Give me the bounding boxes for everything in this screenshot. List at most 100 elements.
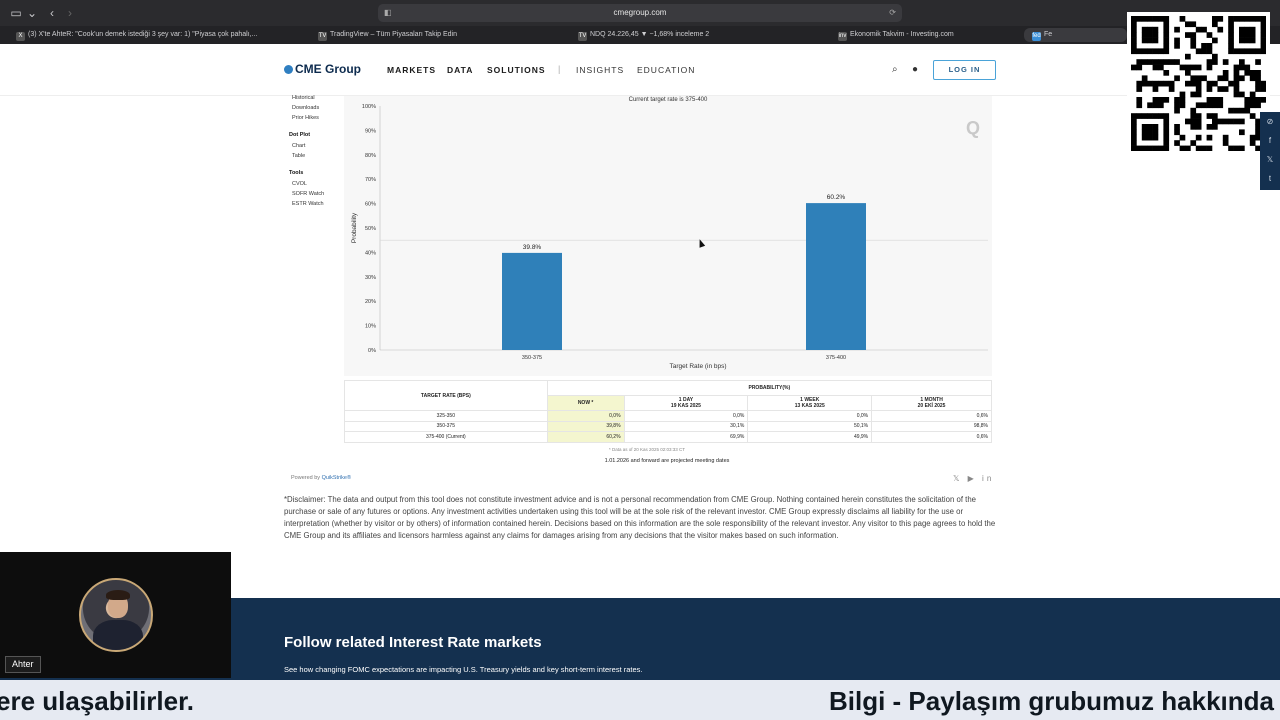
qr-module	[1201, 48, 1207, 55]
tab-label: Fe	[1044, 31, 1053, 38]
qr-module	[1152, 86, 1159, 92]
qr-module	[1174, 43, 1180, 49]
qr-module	[1141, 75, 1148, 82]
qr-module	[1228, 107, 1234, 114]
qr-module	[1152, 37, 1159, 44]
qr-module	[1222, 86, 1229, 92]
qr-module	[1136, 102, 1143, 109]
qr-module	[1195, 48, 1202, 55]
qr-module	[1174, 107, 1180, 114]
x-icon[interactable]: 𝕏	[1260, 150, 1280, 169]
qr-module	[1255, 97, 1261, 103]
address-bar[interactable]: ◧ cmegroup.com ⟳	[378, 4, 902, 22]
nav-markets[interactable]: MARKETS	[387, 65, 436, 75]
qr-module	[1190, 91, 1197, 98]
link-icon[interactable]: ⊘	[1260, 112, 1280, 131]
nav-solutions[interactable]: SOLUTIONS	[487, 65, 546, 75]
nav-insights[interactable]: INSIGHTS	[576, 65, 624, 75]
qr-module	[1244, 37, 1251, 44]
qr-module	[1190, 140, 1197, 146]
tab-tradingview[interactable]: TV TradingView – Tüm Piyasaları Takip Edi…	[318, 28, 518, 42]
cme-logo[interactable]: CME Group	[284, 62, 361, 76]
tab-strip: X (3) X'te AhteR: "Cook'un demek istediği…	[0, 26, 1280, 44]
sidebar-item-historical[interactable]: Historical	[292, 95, 315, 101]
qr-module	[1222, 140, 1229, 146]
bar-data-label: 39.8%	[523, 244, 542, 251]
qr-module	[1233, 118, 1240, 125]
sidebar-item-prior-hikes[interactable]: Prior Hikes	[292, 115, 319, 121]
nav-data[interactable]: DATA	[447, 65, 473, 75]
qr-module	[1239, 75, 1245, 82]
qr-module	[1260, 16, 1266, 22]
sidebar-item-estr-watch[interactable]: ESTR Watch	[292, 201, 324, 207]
qr-module	[1185, 53, 1191, 60]
qr-module	[1260, 26, 1266, 33]
sidebar-item-table[interactable]: Table	[292, 153, 305, 159]
cell-1week: 0,0%	[747, 410, 873, 422]
qr-module	[1152, 124, 1159, 130]
qr-module	[1244, 64, 1251, 71]
qr-module	[1217, 16, 1224, 22]
sidebar-item-sofr-watch[interactable]: SOFR Watch	[292, 191, 324, 197]
reload-icon[interactable]: ⟳	[889, 4, 896, 22]
qr-code-svg	[1131, 16, 1266, 151]
sidebar-item-cvol[interactable]: CVOL	[292, 181, 307, 187]
qr-module	[1185, 70, 1191, 76]
qr-module	[1147, 145, 1153, 151]
y-tick-label: 80%	[365, 153, 376, 159]
follow-markets-subtitle: See how changing FOMC expectations are i…	[284, 665, 643, 674]
col-1day-date: 19 KAS 2025	[670, 403, 701, 409]
qr-module	[1190, 75, 1197, 82]
disclaimer-text: *Disclaimer: The data and output from th…	[284, 495, 996, 540]
qr-module	[1163, 124, 1170, 130]
site-settings-icon[interactable]: ◧	[384, 4, 392, 22]
sidebar-item-downloads[interactable]: Downloads	[292, 105, 319, 111]
qr-module	[1195, 113, 1202, 119]
qr-module	[1141, 32, 1148, 38]
qr-module	[1217, 75, 1224, 82]
tab-ndq[interactable]: TV NDQ 24.226,45 ▼ −1,68% inceleme 2	[578, 28, 778, 42]
qr-module	[1195, 118, 1202, 125]
qr-module	[1212, 21, 1218, 28]
tab-label: (3) X'te AhteR: "Cook'un demek istediği …	[28, 31, 258, 38]
qr-module	[1152, 64, 1159, 71]
quikstrike-link[interactable]: QuikStrike®	[322, 475, 351, 481]
chevron-down-icon[interactable]: ⌄	[24, 5, 40, 21]
qr-module	[1152, 32, 1159, 38]
tumblr-icon[interactable]: t	[1260, 169, 1280, 188]
user-icon[interactable]: ●	[912, 64, 918, 75]
tab-x-post[interactable]: X (3) X'te AhteR: "Cook'un demek istediği…	[16, 28, 266, 42]
qr-module	[1185, 145, 1191, 151]
tab-investing[interactable]: inv Ekonomik Takvim - Investing.com	[838, 28, 1018, 42]
facebook-icon[interactable]: f	[1260, 131, 1280, 150]
y-tick-label: 90%	[365, 128, 376, 134]
cell-1month: 0,6%	[871, 410, 992, 422]
qr-module	[1141, 59, 1148, 65]
qr-module	[1233, 80, 1240, 87]
qr-module	[1174, 59, 1180, 65]
tab-fedwatch[interactable]: fed Fe	[1024, 28, 1127, 42]
qr-module	[1206, 145, 1213, 151]
login-button[interactable]: LOG IN	[933, 60, 996, 80]
qr-module	[1152, 16, 1159, 22]
forward-icon[interactable]: ›	[62, 5, 78, 21]
qr-module	[1152, 80, 1159, 87]
qr-module	[1206, 32, 1213, 38]
sidebar-toggle-icon[interactable]: ▭	[8, 5, 24, 21]
sidebar-item-chart[interactable]: Chart	[292, 143, 305, 149]
qr-module	[1179, 64, 1186, 71]
qr-module	[1163, 80, 1170, 87]
back-icon[interactable]: ‹	[44, 5, 60, 21]
nav-education[interactable]: EDUCATION	[637, 65, 695, 75]
qr-module	[1255, 80, 1261, 87]
qr-module	[1228, 21, 1234, 28]
qr-module	[1190, 124, 1197, 130]
cell-1day: 69,9%	[623, 431, 749, 443]
search-icon[interactable]: ⌕	[892, 64, 898, 75]
qr-module	[1244, 48, 1251, 55]
share-icons[interactable]: 𝕏 ▶ in	[953, 474, 994, 483]
qr-module	[1260, 37, 1266, 44]
qr-module	[1179, 134, 1186, 141]
cell-1month: 0,6%	[871, 431, 992, 443]
qr-module	[1239, 64, 1245, 71]
